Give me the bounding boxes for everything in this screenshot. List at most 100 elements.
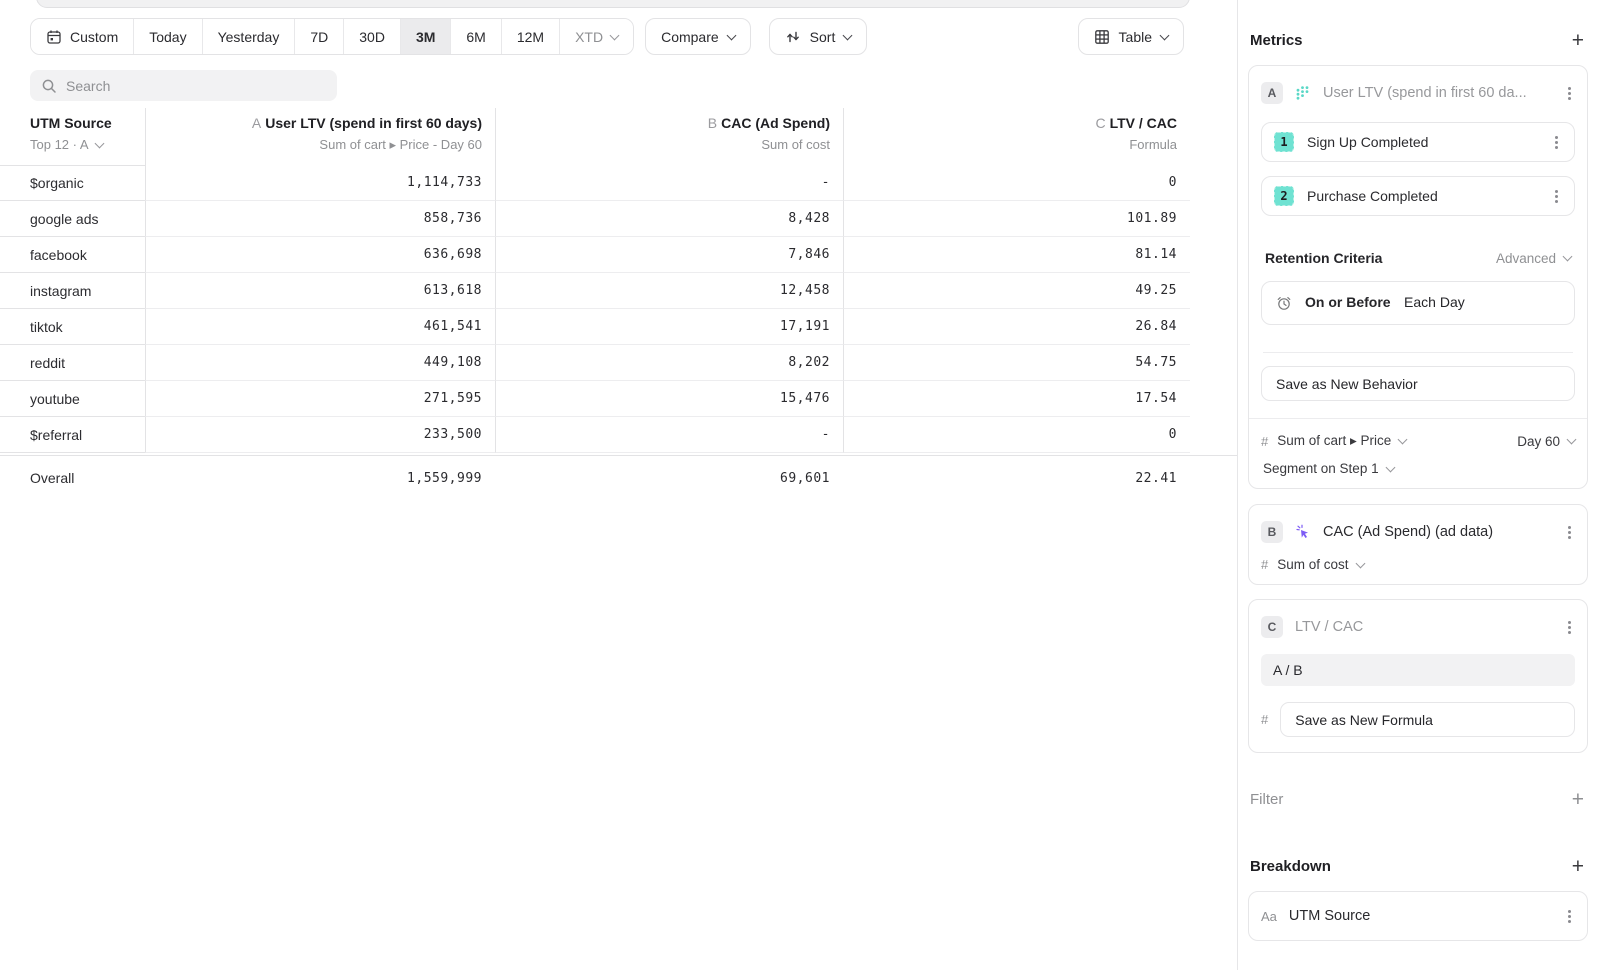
save-formula-button[interactable]: Save as New Formula [1280, 702, 1575, 737]
date-preset-group: CustomTodayYesterday 7D 30D 3M 6M12MXTD [30, 18, 634, 55]
metric-b-property-row: # Sum of cost [1261, 557, 1575, 572]
date-preset-custom[interactable]: Custom [31, 19, 134, 54]
row-header-cell[interactable]: UTM Source Top 12 · A [0, 108, 145, 165]
step-2[interactable]: 2 Purchase Completed [1261, 176, 1575, 216]
calendar-icon [46, 29, 62, 45]
segment-on-step-selector[interactable]: Segment on Step 1 [1261, 461, 1575, 476]
date-preset-label: 30D [359, 29, 385, 45]
metric-c-menu-icon[interactable] [1568, 626, 1571, 629]
column-header-a[interactable]: AUser LTV (spend in first 60 days) Sum o… [145, 108, 495, 165]
date-preset-yesterday[interactable]: Yesterday [203, 19, 296, 54]
save-behavior-button[interactable]: Save as New Behavior [1261, 366, 1575, 401]
date-preset-30d[interactable]: 30D [344, 19, 401, 54]
property-selector[interactable]: Sum of cost [1277, 557, 1363, 572]
row-value-a: 233,500 [145, 417, 495, 453]
row-value-c: 17.54 [843, 381, 1190, 417]
date-preset-6m[interactable]: 6M [451, 19, 501, 54]
row-source-label: instagram [0, 273, 145, 309]
ad-data-spark-icon [1295, 524, 1311, 540]
step-2-menu-icon[interactable] [1555, 195, 1558, 198]
metrics-header: Metrics + [1248, 32, 1588, 49]
step-1[interactable]: 1 Sign Up Completed [1261, 122, 1575, 162]
metric-a-header: A User LTV (spend in first 60 da... [1261, 78, 1575, 108]
step-1-badge: 1 [1274, 132, 1294, 152]
row-value-c: 0 [843, 417, 1190, 453]
search-input[interactable] [66, 78, 326, 94]
advanced-dropdown[interactable]: Advanced [1496, 251, 1571, 266]
view-selector-button[interactable]: Table [1078, 18, 1184, 55]
breakdown-title: Breakdown [1250, 858, 1331, 875]
metric-a-property-row: # Sum of cart ▸ Price Day 60 [1261, 433, 1575, 449]
table-row[interactable]: facebook636,6987,84681.14 [0, 237, 1238, 273]
retention-behavior-selector[interactable]: On or Before Each Day [1261, 281, 1575, 325]
sort-button[interactable]: Sort [769, 18, 868, 55]
breakdown-item-utm-source[interactable]: Aa UTM Source [1248, 891, 1588, 941]
date-preset-xtd[interactable]: XTD [560, 19, 633, 54]
chevron-down-icon [1398, 435, 1408, 445]
add-breakdown-button[interactable]: + [1572, 859, 1584, 875]
sort-arrows-icon [785, 29, 801, 45]
row-limit-control[interactable]: Top 12 · A [30, 137, 145, 152]
filter-title: Filter [1250, 791, 1283, 808]
metric-c-header: C LTV / CAC [1261, 612, 1575, 642]
row-value-b: - [495, 165, 843, 201]
breakdown-item-menu-icon[interactable] [1568, 915, 1571, 918]
date-preset-7d[interactable]: 7D [295, 19, 344, 54]
property-selector[interactable]: Sum of cart ▸ Price [1277, 433, 1406, 449]
metric-card-c[interactable]: C LTV / CAC A / B # Save as New Formula [1248, 599, 1588, 753]
date-preset-label: 7D [310, 29, 328, 45]
table-body: $organic1,114,733-0google ads858,7368,42… [0, 165, 1238, 453]
compare-label: Compare [661, 29, 719, 45]
metric-card-a[interactable]: A User LTV (spend in first 60 da... 1 Si… [1248, 65, 1588, 489]
step-1-menu-icon[interactable] [1555, 141, 1558, 144]
chevron-down-icon [726, 30, 736, 40]
compare-button[interactable]: Compare [645, 18, 751, 55]
window-selector[interactable]: Day 60 [1517, 434, 1575, 449]
formula-input[interactable]: A / B [1261, 654, 1575, 686]
date-preset-12m[interactable]: 12M [502, 19, 560, 54]
metric-b-menu-icon[interactable] [1568, 531, 1571, 534]
row-value-c: 81.14 [843, 237, 1190, 273]
row-value-b: 8,428 [495, 201, 843, 237]
breakdown-header: Breakdown + [1248, 858, 1588, 875]
filter-header: Filter + [1248, 791, 1588, 808]
table-row[interactable]: $referral233,500-0 [0, 417, 1238, 453]
numeric-property-icon: # [1261, 557, 1268, 572]
column-header-c[interactable]: CLTV / CAC Formula [843, 108, 1190, 165]
overall-value-b: 69,601 [495, 456, 843, 500]
step-1-label: Sign Up Completed [1307, 134, 1538, 150]
column-header-b[interactable]: BCAC (Ad Spend) Sum of cost [495, 108, 843, 165]
row-source-label: $organic [0, 165, 145, 201]
date-preset-3m[interactable]: 3M [401, 19, 451, 54]
chevron-down-icon [1385, 462, 1395, 472]
metric-card-b[interactable]: B CAC (Ad Spend) (ad data) # Sum of cost [1248, 504, 1588, 585]
row-value-c: 101.89 [843, 201, 1190, 237]
divider [1249, 418, 1587, 419]
behavior-mode: On or Before [1305, 294, 1391, 310]
table-row[interactable]: $organic1,114,733-0 [0, 165, 1238, 201]
row-source-label: reddit [0, 345, 145, 381]
add-metric-button[interactable]: + [1572, 33, 1584, 49]
search-field[interactable] [30, 70, 337, 101]
table-row[interactable]: reddit449,1088,20254.75 [0, 345, 1238, 381]
row-value-b: 7,846 [495, 237, 843, 273]
app-window: CustomTodayYesterday 7D 30D 3M 6M12MXTD Comp… [0, 0, 1600, 970]
table-row[interactable]: instagram613,61812,45849.25 [0, 273, 1238, 309]
chevron-down-icon [1160, 30, 1170, 40]
row-value-b: 17,191 [495, 309, 843, 345]
behavior-interval: Each Day [1404, 294, 1465, 310]
chevron-down-icon [94, 138, 104, 148]
sort-label: Sort [810, 29, 836, 45]
overall-value-c: 22.41 [843, 456, 1190, 500]
table-row[interactable]: youtube271,59515,47617.54 [0, 381, 1238, 417]
table-row[interactable]: tiktok461,54117,19126.84 [0, 309, 1238, 345]
row-value-c: 49.25 [843, 273, 1190, 309]
table-row[interactable]: google ads858,7368,428101.89 [0, 201, 1238, 237]
metric-a-menu-icon[interactable] [1568, 92, 1571, 95]
date-preset-label: 3M [416, 29, 435, 45]
row-value-c: 54.75 [843, 345, 1190, 381]
date-preset-today[interactable]: Today [134, 19, 202, 54]
metric-b-badge: B [1261, 521, 1283, 543]
add-filter-button[interactable]: + [1572, 792, 1584, 808]
chart-panel-edge [36, 0, 1190, 8]
